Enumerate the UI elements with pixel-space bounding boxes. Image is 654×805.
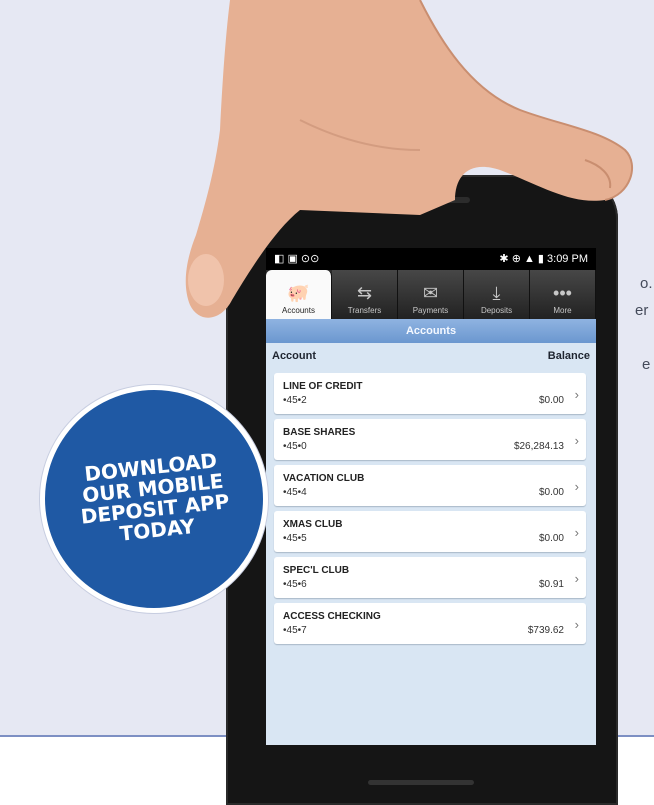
status-left-icons: ◧ ▣ ⊙⊙: [274, 253, 320, 265]
phone-home-bar: [368, 780, 474, 785]
account-name: XMAS CLUB: [283, 519, 343, 530]
account-list: LINE OF CREDIT •45•2 $0.00 › BASE SHARES…: [274, 373, 586, 649]
account-number: •45•0: [283, 441, 307, 452]
envelope-icon: ✉: [422, 283, 439, 303]
account-number: •45•7: [283, 625, 307, 636]
account-balance: $0.00: [538, 395, 564, 406]
account-row-access-checking[interactable]: ACCESS CHECKING •45•7 $739.62 ›: [274, 603, 586, 644]
tab-label: Transfers: [347, 306, 382, 315]
page-title: Accounts: [266, 319, 596, 343]
account-name: VACATION CLUB: [283, 473, 365, 484]
account-name: SPEC'L CLUB: [283, 565, 350, 576]
status-right-clock: ✱ ⊕ ▲ ▮ 3:09 PM: [499, 253, 588, 265]
chevron-right-icon: ›: [574, 617, 579, 632]
tab-label: Accounts: [282, 306, 315, 315]
chevron-right-icon: ›: [574, 433, 579, 448]
account-number: •45•2: [283, 395, 307, 406]
account-balance: $0.00: [538, 533, 564, 544]
deposit-icon: ⤓: [492, 283, 501, 303]
column-balance: Balance: [547, 350, 590, 362]
account-balance: $0.00: [538, 487, 564, 498]
account-balance: $0.91: [538, 579, 564, 590]
account-name: ACCESS CHECKING: [283, 611, 381, 622]
account-number: •45•5: [283, 533, 307, 544]
column-account: Account: [272, 350, 316, 362]
account-name: LINE OF CREDIT: [283, 381, 363, 392]
account-number: •45•4: [283, 487, 307, 498]
background-text-3: e: [642, 356, 651, 373]
account-row-vacation-club[interactable]: VACATION CLUB •45•4 $0.00 ›: [274, 465, 586, 506]
more-dots-icon: •••: [553, 283, 572, 303]
transfer-arrows-icon: ⇆: [356, 283, 373, 303]
phone-screen: ◧ ▣ ⊙⊙ ✱ ⊕ ▲ ▮ 3:09 PM 🐖 Accounts ⇆ Tran…: [266, 248, 596, 745]
status-bar: ◧ ▣ ⊙⊙ ✱ ⊕ ▲ ▮ 3:09 PM: [266, 248, 596, 270]
tab-label: Deposits: [480, 306, 513, 315]
tab-more[interactable]: ••• More: [530, 270, 596, 319]
account-balance: $26,284.13: [513, 441, 564, 452]
background-text-1: o.: [640, 275, 653, 292]
account-number: •45•6: [283, 579, 307, 590]
account-row-line-of-credit[interactable]: LINE OF CREDIT •45•2 $0.00 ›: [274, 373, 586, 414]
chevron-right-icon: ›: [574, 387, 579, 402]
badge-line-4: TODAY: [118, 513, 196, 546]
chevron-right-icon: ›: [574, 525, 579, 540]
piggy-bank-icon: 🐖: [287, 283, 310, 303]
account-row-xmas-club[interactable]: XMAS CLUB •45•5 $0.00 ›: [274, 511, 586, 552]
chevron-right-icon: ›: [574, 479, 579, 494]
tab-payments[interactable]: ✉ Payments: [398, 270, 464, 319]
phone-speaker: [380, 197, 470, 203]
tab-label: More: [553, 306, 572, 315]
background-text-2: er: [635, 302, 649, 319]
tab-transfers[interactable]: ⇆ Transfers: [332, 270, 398, 319]
account-balance: $739.62: [527, 625, 564, 636]
chevron-right-icon: ›: [574, 571, 579, 586]
account-row-specl-club[interactable]: SPEC'L CLUB •45•6 $0.91 ›: [274, 557, 586, 598]
account-row-base-shares[interactable]: BASE SHARES •45•0 $26,284.13 ›: [274, 419, 586, 460]
tab-accounts[interactable]: 🐖 Accounts: [266, 270, 332, 319]
account-name: BASE SHARES: [283, 427, 356, 438]
tab-label: Payments: [412, 306, 449, 315]
table-header: Account Balance: [266, 343, 596, 369]
tab-deposits[interactable]: ⤓ Deposits: [464, 270, 530, 319]
tab-bar: 🐖 Accounts ⇆ Transfers ✉ Payments ⤓ Depo…: [266, 270, 596, 319]
